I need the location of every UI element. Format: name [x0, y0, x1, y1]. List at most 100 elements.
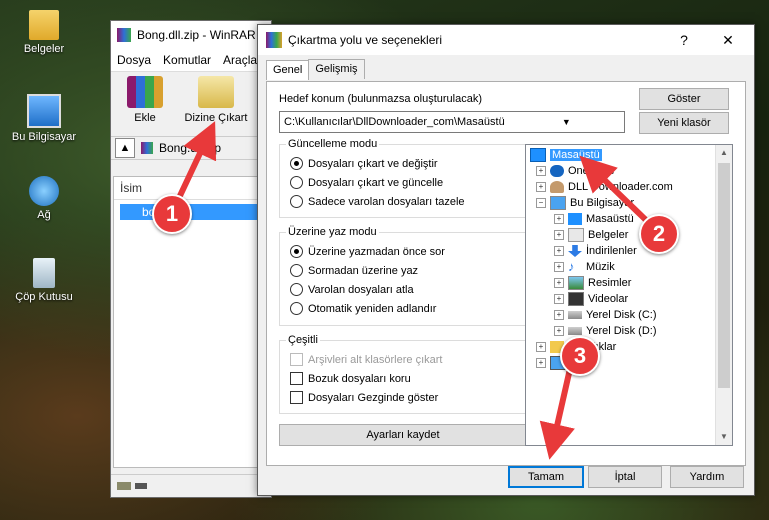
- expand-icon[interactable]: +: [536, 166, 546, 176]
- option-label: Bozuk dosyaları koru: [308, 372, 411, 385]
- radio-button[interactable]: [290, 302, 303, 315]
- tree-node-masaustu-root[interactable]: Masaüstü: [530, 147, 602, 163]
- extract-to-button-label: Dizine Çıkart: [184, 112, 248, 124]
- expand-icon[interactable]: +: [536, 358, 546, 368]
- overwrite-option-skip[interactable]: Varolan dosyaları atla: [290, 283, 414, 296]
- tree-node-videolar[interactable]: + Videolar: [554, 291, 628, 307]
- tree-node-onedrive[interactable]: + OneDrive: [536, 163, 614, 179]
- overwrite-option-ask[interactable]: Üzerine yazmadan önce sor: [290, 245, 445, 258]
- save-settings-button[interactable]: Ayarları kaydet: [279, 424, 527, 446]
- ok-button[interactable]: Tamam: [508, 466, 584, 488]
- tree-node-dlldownloader[interactable]: + DLL Downloader.com: [536, 179, 673, 195]
- desktop-icon: [568, 213, 582, 225]
- tab-gelismis[interactable]: Gelişmiş: [308, 59, 365, 79]
- update-option-freshen[interactable]: Sadece varolan dosyaları tazele: [290, 195, 465, 208]
- radio-button[interactable]: [290, 245, 303, 258]
- up-folder-button[interactable]: ▲: [115, 138, 135, 158]
- winrar-pathbar: ▲ Bong.dll.zip: [111, 136, 271, 160]
- tab-genel[interactable]: Genel: [266, 60, 310, 80]
- scroll-down-icon[interactable]: ▼: [716, 429, 732, 445]
- column-header-name[interactable]: İsim: [114, 177, 264, 200]
- network-icon: [29, 176, 59, 206]
- expand-icon[interactable]: +: [536, 182, 546, 192]
- winrar-app-icon: [266, 32, 282, 48]
- expand-icon[interactable]: +: [554, 262, 564, 272]
- folder-tree[interactable]: Masaüstü + OneDrive + DLL Downloader.com…: [525, 144, 733, 446]
- archive-books-icon: [127, 76, 163, 108]
- option-label: Arşivleri alt klasörlere çıkart: [308, 353, 443, 366]
- tree-node-label: Masaüstü: [586, 213, 634, 225]
- expand-icon[interactable]: +: [536, 342, 546, 352]
- desktop-icon-computer[interactable]: Bu Bilgisayar: [4, 94, 84, 143]
- radio-button[interactable]: [290, 264, 303, 277]
- new-folder-button[interactable]: Yeni klasör: [639, 112, 729, 134]
- overwrite-mode-title: Üzerine yaz modu: [286, 226, 379, 238]
- checkbox[interactable]: [290, 391, 303, 404]
- tree-node-belgeler[interactable]: + Belgeler: [554, 227, 628, 243]
- radio-button[interactable]: [290, 157, 303, 170]
- expand-icon[interactable]: +: [554, 294, 564, 304]
- dialog-titlebar: Çıkartma yolu ve seçenekleri ? ✕: [258, 25, 754, 55]
- tree-node-bu-bilgisayar[interactable]: − Bu Bilgisayar: [536, 195, 634, 211]
- expand-icon[interactable]: +: [554, 326, 564, 336]
- dialog-title: Çıkartma yolu ve seçenekleri: [288, 33, 443, 47]
- question-icon: ?: [680, 32, 688, 48]
- tree-scrollbar[interactable]: ▲ ▼: [715, 145, 732, 445]
- close-button[interactable]: ✕: [708, 25, 748, 55]
- dialog-tabs: Genel Gelişmiş: [266, 59, 365, 80]
- tree-node-label: OneDrive: [568, 165, 615, 177]
- extract-to-button[interactable]: Dizine Çıkart: [179, 76, 253, 132]
- menu-dosya[interactable]: Dosya: [117, 53, 151, 67]
- collapse-icon[interactable]: −: [536, 198, 546, 208]
- menu-komutlar[interactable]: Komutlar: [163, 53, 211, 67]
- expand-icon[interactable]: +: [554, 278, 564, 288]
- extract-folder-icon: [198, 76, 234, 108]
- expand-icon[interactable]: +: [554, 246, 564, 256]
- scroll-up-icon[interactable]: ▲: [716, 145, 732, 161]
- expand-icon[interactable]: +: [554, 310, 564, 320]
- extract-dialog: Çıkartma yolu ve seçenekleri ? ✕ Genel G…: [257, 24, 755, 496]
- desktop-icon: [530, 148, 546, 162]
- overwrite-option-rename[interactable]: Otomatik yeniden adlandır: [290, 302, 436, 315]
- checkbox[interactable]: [290, 372, 303, 385]
- desktop-icon-recycle-bin[interactable]: Çöp Kutusu: [4, 258, 84, 303]
- menu-araclar[interactable]: Araçlar: [223, 53, 261, 67]
- computer-icon: [27, 94, 61, 128]
- scrollbar-thumb[interactable]: [718, 163, 730, 388]
- tree-node-label: İndirilenler: [586, 245, 637, 257]
- show-button[interactable]: Göster: [639, 88, 729, 110]
- dest-path-combo[interactable]: C:\Kullanıcılar\DllDownloader_com\Masaüs…: [279, 111, 625, 133]
- tree-node-label: Yerel Disk (D:): [586, 325, 657, 337]
- tree-node-indirilenler[interactable]: + İndirilenler: [554, 243, 637, 259]
- cancel-button[interactable]: İptal: [588, 466, 662, 488]
- tree-node-disk-c[interactable]: + Yerel Disk (C:): [554, 307, 657, 323]
- overwrite-option-overwrite[interactable]: Sormadan üzerine yaz: [290, 264, 418, 277]
- desktop-icon-network[interactable]: Ağ: [4, 176, 84, 221]
- desktop-icon-label: Bu Bilgisayar: [11, 131, 77, 143]
- add-button[interactable]: Ekle: [115, 76, 175, 132]
- radio-button[interactable]: [290, 283, 303, 296]
- tree-node-resimler[interactable]: + Resimler: [554, 275, 631, 291]
- help-button[interactable]: Yardım: [670, 466, 744, 488]
- tree-node-masaustu[interactable]: + Masaüstü: [554, 211, 634, 227]
- desktop-icon-documents[interactable]: Belgeler: [4, 10, 84, 55]
- update-option-update[interactable]: Dosyaları çıkart ve güncelle: [290, 176, 443, 189]
- winrar-window: Bong.dll.zip - WinRAR Dosya Komutlar Ara…: [110, 20, 272, 498]
- winrar-toolbar: Ekle Dizine Çıkart: [111, 72, 271, 136]
- update-option-replace[interactable]: Dosyaları çıkart ve değiştir: [290, 157, 438, 170]
- step-badge-3: 3: [560, 336, 600, 376]
- radio-button[interactable]: [290, 195, 303, 208]
- radio-button[interactable]: [290, 176, 303, 189]
- tree-node-label: Belgeler: [588, 229, 629, 241]
- misc-option-keep-broken[interactable]: Bozuk dosyaları koru: [290, 372, 411, 385]
- chevron-down-icon[interactable]: ▼: [505, 117, 624, 127]
- tree-node-muzik[interactable]: + ♪ Müzik: [554, 259, 615, 275]
- winrar-app-icon: [117, 28, 131, 42]
- expand-icon[interactable]: +: [554, 214, 564, 224]
- misc-option-show-in-explorer[interactable]: Dosyaları Gezginde göster: [290, 391, 438, 404]
- tree-node-disk-d[interactable]: + Yerel Disk (D:): [554, 323, 657, 339]
- help-title-button[interactable]: ?: [664, 25, 704, 55]
- expand-icon[interactable]: +: [554, 230, 564, 240]
- desktop-icon-label: Çöp Kutusu: [15, 291, 73, 303]
- option-label: Dosyaları çıkart ve değiştir: [308, 157, 438, 170]
